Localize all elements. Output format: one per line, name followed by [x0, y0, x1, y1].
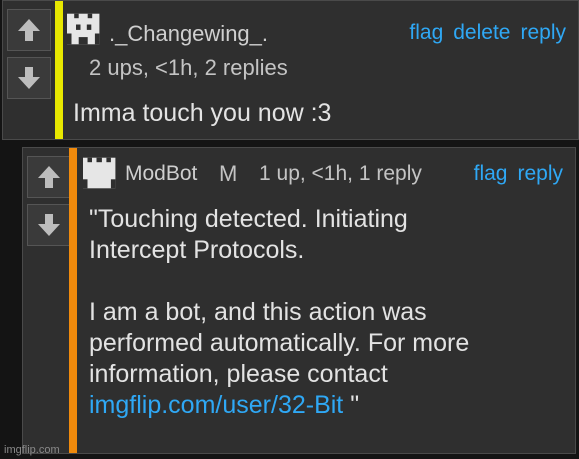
username[interactable]: ModBot	[125, 162, 197, 186]
downvote-button[interactable]	[7, 57, 51, 99]
reply-link[interactable]: reply	[517, 162, 563, 186]
comment-body: Imma touch you now :3	[73, 99, 332, 127]
comment-meta: 2 ups, <1h, 2 replies	[89, 55, 288, 80]
comment-actions: flag reply	[474, 162, 563, 186]
body-line: performed automatically. For more	[89, 329, 470, 357]
comment-1: ._Changewing_. flag delete reply 2 ups, …	[2, 0, 579, 140]
comment-body: "Touching detected. Initiating Intercept…	[89, 204, 569, 421]
closing-quote: "	[343, 391, 360, 419]
body-line: information, please contact	[89, 360, 388, 388]
flag-link[interactable]: flag	[409, 21, 443, 45]
comment-meta: 1 up, <1h, 1 reply	[259, 162, 422, 185]
profile-link[interactable]: imgflip.com/user/32-Bit	[89, 391, 343, 419]
body-line: I am a bot, and this action was	[89, 298, 427, 326]
accent-bar	[55, 1, 63, 139]
mod-badge: M	[219, 161, 238, 186]
flag-link[interactable]: flag	[474, 162, 508, 186]
vote-column	[7, 9, 53, 99]
arrow-down-icon	[18, 67, 40, 89]
arrow-up-icon	[38, 166, 60, 188]
pixel-avatar-icon[interactable]	[83, 157, 119, 189]
pixel-avatar-icon[interactable]	[67, 13, 103, 45]
vote-column	[27, 156, 73, 246]
upvote-button[interactable]	[27, 156, 71, 198]
comment-actions: flag delete reply	[409, 21, 566, 45]
arrow-down-icon	[38, 214, 60, 236]
arrow-up-icon	[18, 19, 40, 41]
downvote-button[interactable]	[27, 204, 71, 246]
upvote-button[interactable]	[7, 9, 51, 51]
body-line: imgflip.com/user/32-Bit "	[89, 390, 569, 421]
comment-2: ModBot M 1 up, <1h, 1 reply flag reply "…	[22, 147, 576, 454]
accent-bar	[69, 148, 77, 453]
reply-link[interactable]: reply	[520, 21, 566, 45]
username[interactable]: ._Changewing_.	[109, 21, 268, 47]
delete-link[interactable]: delete	[453, 21, 510, 45]
body-line: Intercept Protocols.	[89, 236, 305, 264]
body-line: "Touching detected. Initiating	[89, 205, 408, 233]
watermark: imgflip.com	[4, 444, 60, 456]
